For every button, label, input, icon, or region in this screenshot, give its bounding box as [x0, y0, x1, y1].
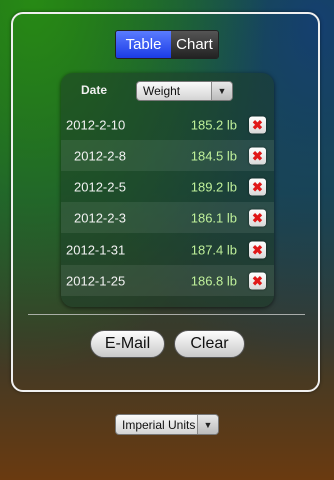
column-select-value: Weight [143, 84, 181, 98]
close-x-icon: ✖ [252, 148, 263, 163]
table-row: 2012-2-3 186.1 lb ✖ [61, 202, 274, 233]
row-date: 2012-2-10 [66, 117, 126, 132]
row-weight: 184.5 lb [190, 148, 237, 163]
row-weight: 187.4 lb [190, 242, 237, 257]
clear-button[interactable]: Clear [174, 330, 245, 358]
row-date: 2012-2-5 [74, 179, 127, 194]
units-select[interactable]: Imperial Units ▼ [115, 414, 219, 435]
row-weight: 185.2 lb [190, 117, 237, 132]
row-weight: 186.8 lb [190, 273, 237, 288]
close-x-icon: ✖ [252, 273, 263, 288]
table-row: 2012-2-8 184.5 lb ✖ [61, 140, 274, 171]
close-x-icon: ✖ [252, 117, 263, 132]
table-row: 2012-1-31 187.4 lb ✖ [61, 234, 274, 265]
row-date: 2012-1-31 [66, 242, 126, 257]
divider [28, 314, 305, 315]
delete-button[interactable]: ✖ [249, 209, 266, 226]
email-button[interactable]: E-Mail [90, 330, 165, 358]
table-row: 2012-1-25 186.8 lb ✖ [61, 265, 274, 296]
row-date: 2012-1-25 [66, 273, 126, 288]
table-row: 2012-2-10 185.2 lb ✖ [61, 109, 274, 140]
date-column-header: Date [81, 83, 108, 97]
view-segmented-control: Table Chart [115, 30, 219, 59]
delete-button[interactable]: ✖ [249, 272, 266, 289]
units-select-value: Imperial Units [122, 417, 196, 432]
row-date: 2012-2-8 [74, 148, 127, 163]
table-row: 2012-2-5 189.2 lb ✖ [61, 171, 274, 202]
row-date: 2012-2-3 [74, 210, 127, 225]
triangle-down-icon: ▼ [211, 82, 232, 100]
weight-table: Date Weight ▼ 2012-2-10 185.2 lb ✖ 2012-… [61, 73, 274, 307]
segment-table[interactable]: Table [116, 31, 171, 58]
delete-button[interactable]: ✖ [249, 116, 266, 133]
triangle-down-icon: ▼ [197, 415, 218, 434]
row-weight: 186.1 lb [190, 210, 237, 225]
close-x-icon: ✖ [252, 210, 263, 225]
segment-chart[interactable]: Chart [171, 31, 218, 58]
delete-button[interactable]: ✖ [249, 241, 266, 258]
close-x-icon: ✖ [252, 179, 263, 194]
delete-button[interactable]: ✖ [249, 147, 266, 164]
row-weight: 189.2 lb [190, 179, 237, 194]
column-select[interactable]: Weight ▼ [136, 81, 233, 101]
delete-button[interactable]: ✖ [249, 178, 266, 195]
close-x-icon: ✖ [252, 242, 263, 257]
